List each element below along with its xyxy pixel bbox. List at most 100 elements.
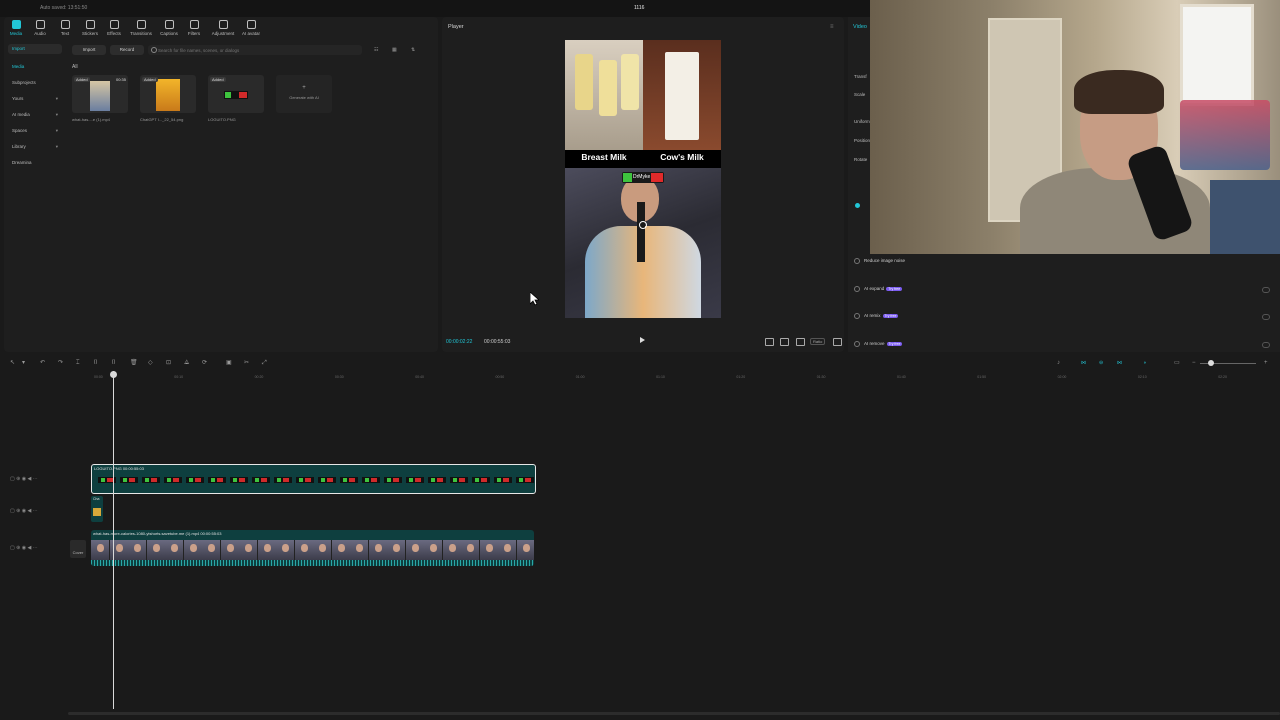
clip-frame [239, 540, 258, 560]
main-video-clip[interactable]: what-has-more-calories-1080-ytshorts.sav… [91, 530, 534, 566]
import-button[interactable]: Import [72, 45, 106, 55]
delete-icon[interactable]: 🗑 [130, 360, 138, 366]
media-item-caption: what-has-...e (1).mp4 [72, 117, 111, 122]
undo-icon[interactable]: ↶ [40, 360, 46, 366]
link-icon[interactable]: ⊖ [1099, 360, 1107, 366]
sidebar-item-spaces[interactable]: Spaces ▾ [8, 126, 62, 136]
freeze-icon[interactable]: ▣ [226, 360, 232, 366]
zoom-out-icon[interactable]: − [1192, 360, 1198, 366]
split-icon[interactable]: ⌶ [76, 360, 82, 366]
clip-frame [350, 540, 369, 560]
auto-cut-icon[interactable]: ✂ [244, 360, 250, 366]
loop-icon[interactable]: ⟳ [202, 360, 208, 366]
fit-timeline-icon[interactable]: ▭ [1174, 360, 1180, 366]
ai-expand-toggle[interactable] [1262, 287, 1270, 293]
generate-with-ai-card[interactable]: + Generate with AI [276, 75, 332, 113]
tab-captions[interactable]: Captions [157, 20, 181, 40]
view-icon[interactable]: ▦ [392, 47, 400, 53]
media-panel [4, 17, 438, 352]
ruler-tick: 01:00 [575, 375, 585, 379]
all-filter[interactable]: All [72, 64, 78, 70]
ai-remove-row[interactable]: AI remove Try free [854, 341, 903, 347]
timeline-ruler[interactable] [66, 371, 1280, 381]
ai-remix-row[interactable]: AI remix Try free [854, 313, 899, 319]
search-input[interactable] [148, 45, 358, 55]
media-item-image[interactable]: Added [140, 75, 196, 113]
expand-icon[interactable] [833, 338, 842, 346]
tab-media[interactable]: Media [4, 20, 28, 40]
record-button[interactable]: Record [110, 45, 144, 55]
tab-ai-avatar[interactable]: AI avatar [238, 20, 264, 40]
microphone-icon[interactable]: ♪ [1057, 360, 1063, 366]
redo-icon[interactable]: ↷ [58, 360, 64, 366]
ratio-button[interactable]: Ratio [810, 338, 826, 345]
chevron-down-icon: ▾ [55, 96, 58, 101]
split-left-icon[interactable]: ⌷ [94, 360, 100, 366]
position-label: Position [854, 138, 871, 143]
track-controls-logo[interactable]: ▢ ⊕ ◉ ◀ ⋯ [10, 476, 38, 482]
clip-frame [450, 477, 468, 483]
breast-milk-label: Breast Milk [581, 152, 627, 162]
crop-tool-icon[interactable]: ⊡ [166, 360, 172, 366]
crosshair-icon[interactable] [639, 221, 647, 229]
play-button[interactable] [640, 337, 645, 343]
speaker-video: DrMyke [565, 168, 721, 318]
blend-toggle[interactable] [855, 203, 860, 208]
fit-icon[interactable] [780, 338, 789, 346]
clip-frame [406, 477, 424, 483]
image-clip[interactable]: Cha [91, 496, 103, 522]
tab-stickers[interactable]: Stickers [78, 20, 102, 40]
clip-frame [318, 477, 336, 483]
tab-transitions[interactable]: Transitions [129, 20, 153, 40]
ai-expand-row[interactable]: AI expand Try free [854, 286, 903, 292]
tab-filters[interactable]: Filters [182, 20, 206, 40]
player-menu-icon[interactable]: ≡ [830, 24, 834, 30]
tab-video[interactable]: Video [853, 24, 867, 30]
cover-button[interactable]: Cover [70, 540, 86, 558]
magnet-icon[interactable]: ⋈ [1081, 360, 1089, 366]
media-item-logo[interactable]: Added [208, 75, 264, 113]
snap-icon[interactable]: ◑ [1143, 360, 1151, 366]
ruler-tick: 00:10 [174, 375, 184, 379]
timeline-scrollbar[interactable] [68, 712, 1280, 715]
filter-icon[interactable]: ☷ [374, 47, 382, 53]
crop-icon[interactable] [765, 338, 774, 346]
mirror-icon[interactable]: ⟁ [184, 360, 190, 366]
video-preview[interactable]: Breast Milk Cow's Milk DrMyke [565, 40, 721, 318]
ai-remix-toggle[interactable] [1262, 314, 1270, 320]
tab-adjustment[interactable]: Adjustment [209, 20, 237, 40]
playhead-handle[interactable] [110, 371, 117, 378]
track-controls-image[interactable]: ▢ ⊕ ◉ ◀ ⋯ [10, 508, 38, 514]
reduce-noise-row[interactable]: Reduce image noise [854, 258, 905, 264]
sidebar-item-import[interactable]: Import [8, 44, 62, 54]
tab-audio[interactable]: Audio [28, 20, 52, 40]
zoom-slider-handle[interactable] [1208, 360, 1214, 366]
playhead[interactable] [113, 371, 114, 709]
tab-effects[interactable]: Effects [102, 20, 126, 40]
sidebar-item-library[interactable]: Library ▾ [8, 142, 62, 152]
logo-clip[interactable]: LOGUITO.PNG 00:00:55:03 [91, 464, 536, 494]
ai-remove-toggle[interactable] [1262, 342, 1270, 348]
sidebar-item-subprojects[interactable]: Subprojects [8, 78, 62, 88]
sidebar-item-media[interactable]: Media [8, 62, 62, 72]
sort-icon[interactable]: ⇅ [411, 47, 419, 53]
project-title[interactable]: 1116 [634, 5, 644, 11]
track-controls-main[interactable]: ▢ ⊕ ◉ ◀ ⋯ [10, 545, 38, 551]
fullscreen-icon[interactable] [796, 338, 805, 346]
auto-reframe-icon[interactable]: ⤢ [262, 360, 268, 366]
captions-icon [164, 20, 174, 29]
preview-axis-icon[interactable]: ⋈ [1117, 360, 1125, 366]
sidebar-item-dreamina[interactable]: Dreamina [8, 158, 62, 168]
clip-frame [296, 477, 314, 483]
split-right-icon[interactable]: ⌷ [112, 360, 118, 366]
zoom-in-icon[interactable]: + [1264, 360, 1270, 366]
chevron-down-icon: ▾ [55, 144, 58, 149]
sidebar-item-ai-media[interactable]: AI media ▾ [8, 110, 62, 120]
select-tool-icon[interactable]: ↖ [10, 360, 16, 366]
sidebar-item-yours[interactable]: Yours ▾ [8, 94, 62, 104]
media-item-video[interactable]: Added 00:35 [72, 75, 128, 113]
marker-icon[interactable]: ◇ [148, 360, 154, 366]
dropdown-icon[interactable]: ▾ [22, 360, 28, 366]
clip-frame [202, 540, 221, 560]
tab-text[interactable]: Text [53, 20, 77, 40]
